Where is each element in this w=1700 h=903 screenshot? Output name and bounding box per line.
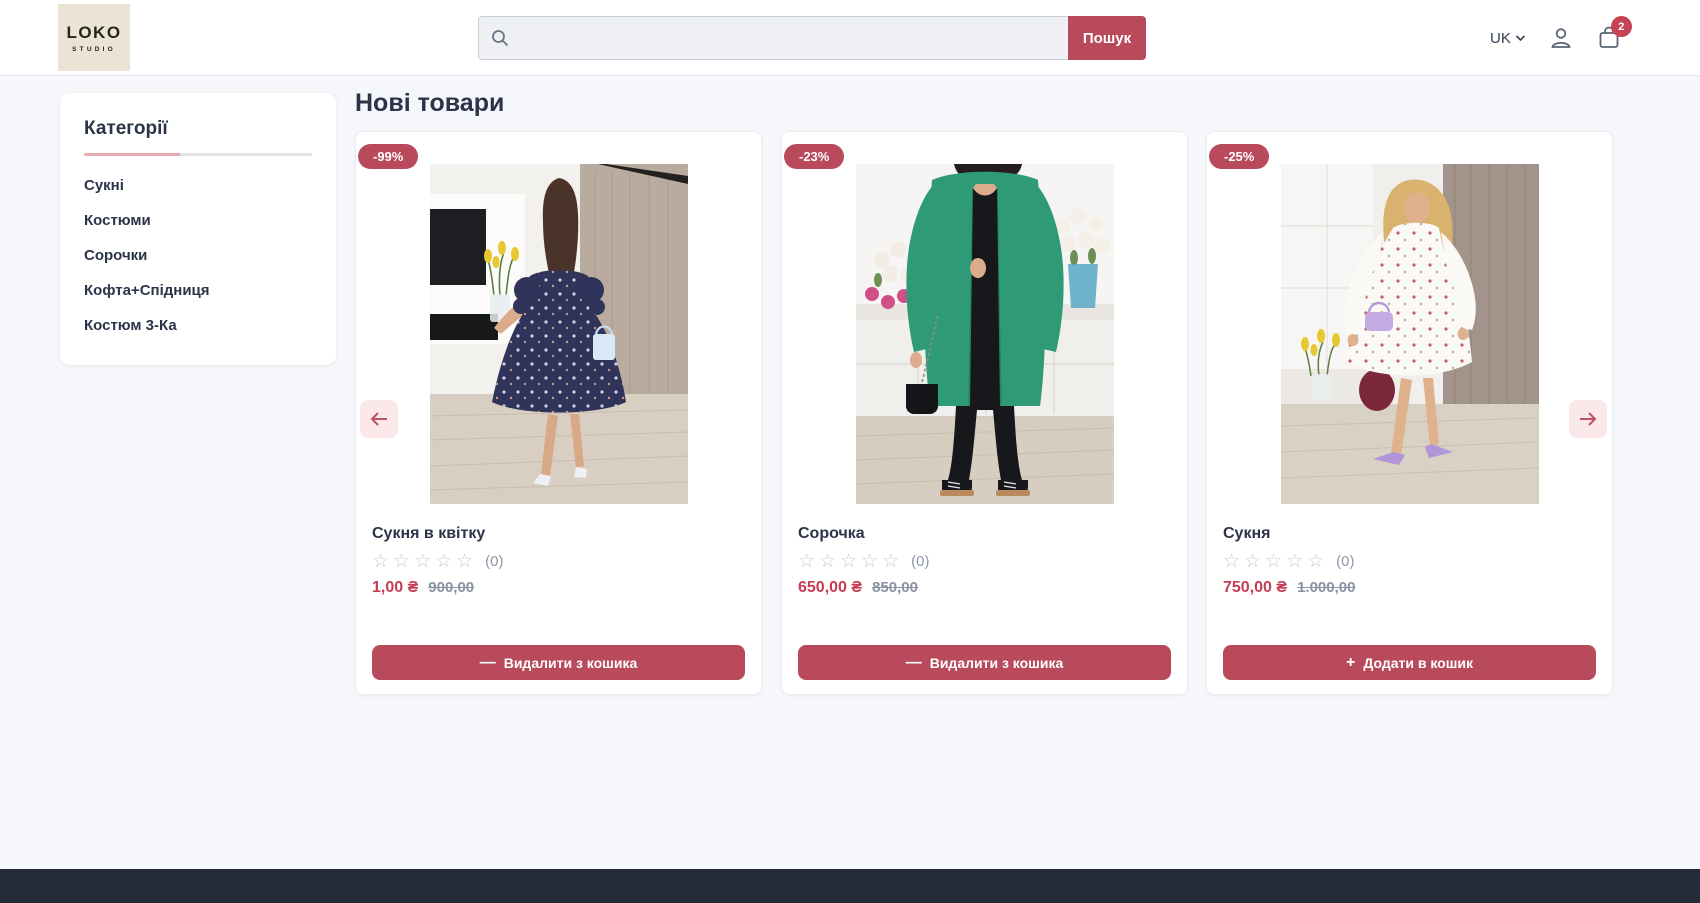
star-rating-icons[interactable]: ☆☆☆☆☆ — [1223, 552, 1328, 571]
product-card: -23% — [781, 131, 1188, 695]
page: LOKO STUDIO Пошук UK — [0, 0, 1700, 903]
price-row: 750,00 ₴ 1.000,00 — [1223, 579, 1596, 597]
search-icon — [490, 28, 510, 48]
discount-badge: -99% — [358, 144, 418, 169]
account-button[interactable] — [1548, 25, 1574, 51]
divider — [84, 153, 312, 156]
header-actions: UK 2 — [1490, 0, 1622, 76]
discount-badge: -25% — [1209, 144, 1269, 169]
sidebar-item-kofta-spidnytsia[interactable]: Кофта+Спідниця — [84, 273, 312, 308]
old-price: 850,00 — [872, 579, 918, 596]
star-rating-icons[interactable]: ☆☆☆☆☆ — [372, 552, 477, 571]
categories-list: Сукні Костюми Сорочки Кофта+Спідниця Кос… — [84, 168, 312, 343]
cart-button-label: Додати в кошик — [1363, 655, 1473, 671]
carousel-prev-button[interactable] — [360, 400, 398, 438]
current-price: 650,00 ₴ — [798, 579, 862, 597]
search-bar: Пошук — [478, 16, 1146, 60]
remove-from-cart-button[interactable]: — Видалити з кошика — [372, 645, 745, 680]
product-image[interactable] — [856, 164, 1114, 504]
language-label: UK — [1490, 30, 1511, 47]
search-button[interactable]: Пошук — [1068, 16, 1146, 60]
logo-text-bottom: STUDIO — [72, 46, 116, 53]
logo[interactable]: LOKO STUDIO — [58, 4, 130, 71]
minus-icon: — — [906, 655, 922, 671]
sidebar-item-kostyumy[interactable]: Костюми — [84, 203, 312, 238]
review-count: (0) — [911, 553, 929, 570]
product-image[interactable] — [430, 164, 688, 504]
star-rating-icons[interactable]: ☆☆☆☆☆ — [798, 552, 903, 571]
add-to-cart-button[interactable]: + Додати в кошик — [1223, 645, 1596, 680]
sidebar-item-sorochky[interactable]: Сорочки — [84, 238, 312, 273]
chevron-down-icon — [1515, 34, 1526, 42]
cart-button[interactable]: 2 — [1596, 25, 1622, 51]
current-price: 750,00 ₴ — [1223, 579, 1287, 597]
product-name[interactable]: Сукня — [1223, 525, 1596, 543]
sidebar-item-sukni[interactable]: Сукні — [84, 168, 312, 203]
product-rating: ☆☆☆☆☆ (0) — [798, 552, 1171, 571]
user-icon — [1548, 25, 1574, 51]
review-count: (0) — [485, 553, 503, 570]
arrow-right-icon — [1578, 411, 1598, 427]
logo-text-top: LOKO — [66, 23, 121, 43]
product-rating: ☆☆☆☆☆ (0) — [1223, 552, 1596, 571]
product-rating: ☆☆☆☆☆ (0) — [372, 552, 745, 571]
old-price: 900,00 — [428, 579, 474, 596]
product-card: -25% — [1206, 131, 1613, 695]
discount-badge: -23% — [784, 144, 844, 169]
old-price: 1.000,00 — [1297, 579, 1355, 596]
sidebar-item-kostyum-3ka[interactable]: Костюм 3-Ка — [84, 308, 312, 343]
search-input[interactable] — [478, 16, 1068, 60]
product-card: -99% — [355, 131, 762, 695]
header: LOKO STUDIO Пошук UK — [0, 0, 1700, 76]
plus-icon: + — [1346, 655, 1355, 671]
footer-bar — [0, 869, 1700, 903]
remove-from-cart-button[interactable]: — Видалити з кошика — [798, 645, 1171, 680]
price-row: 650,00 ₴ 850,00 — [798, 579, 1171, 597]
review-count: (0) — [1336, 553, 1354, 570]
minus-icon: — — [480, 655, 496, 671]
cart-count-badge: 2 — [1611, 16, 1632, 37]
product-name[interactable]: Сукня в квітку — [372, 525, 745, 543]
arrow-left-icon — [369, 411, 389, 427]
product-image[interactable] — [1281, 164, 1539, 504]
price-row: 1,00 ₴ 900,00 — [372, 579, 745, 597]
language-selector[interactable]: UK — [1490, 30, 1526, 47]
current-price: 1,00 ₴ — [372, 579, 418, 597]
carousel-next-button[interactable] — [1569, 400, 1607, 438]
cart-button-label: Видалити з кошика — [504, 655, 638, 671]
categories-title: Категорії — [84, 118, 312, 140]
page-title: Нові товари — [355, 89, 504, 118]
categories-panel: Категорії Сукні Костюми Сорочки Кофта+Сп… — [60, 93, 336, 365]
cart-button-label: Видалити з кошика — [930, 655, 1064, 671]
product-name[interactable]: Сорочка — [798, 525, 1171, 543]
